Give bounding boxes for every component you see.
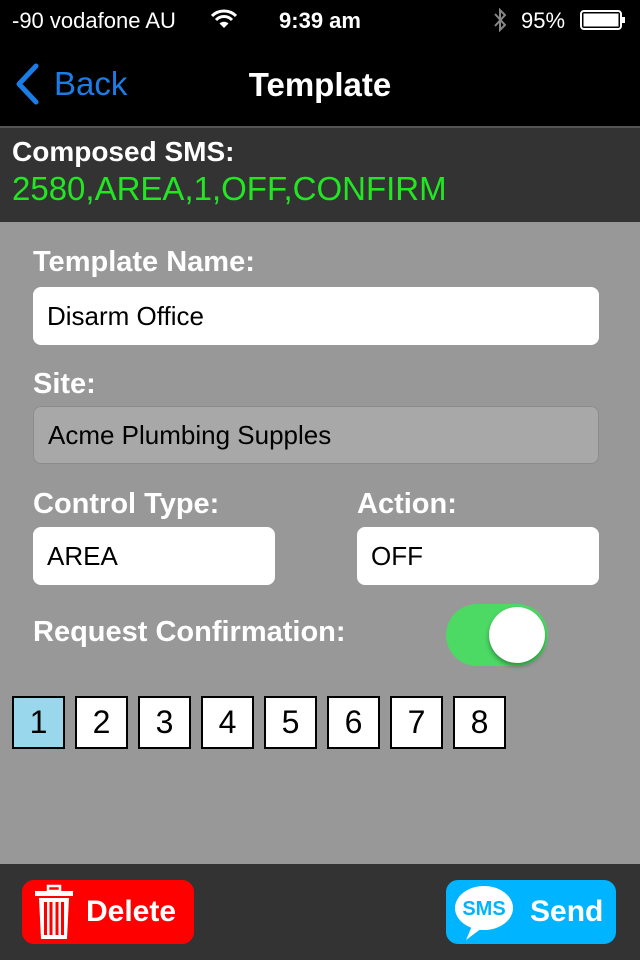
navigation-bar: Back Template <box>0 40 640 128</box>
area-button-1[interactable]: 1 <box>12 696 65 749</box>
battery-percent: 95% <box>521 8 566 33</box>
page-title: Template <box>248 66 392 103</box>
toggle-knob <box>489 607 545 663</box>
template-form: Template Name: Disarm Office Site: Acme … <box>0 222 640 864</box>
send-button[interactable]: SMS Send <box>446 880 616 944</box>
template-name-field[interactable]: Disarm Office <box>33 287 599 345</box>
control-type-label: Control Type: <box>33 488 220 520</box>
control-type-field[interactable]: AREA <box>33 527 275 585</box>
area-button-7[interactable]: 7 <box>390 696 443 749</box>
area-button-4[interactable]: 4 <box>201 696 254 749</box>
delete-button[interactable]: Delete <box>22 880 194 944</box>
composed-sms-value: 2580,AREA,1,OFF,CONFIRM <box>12 170 447 207</box>
area-button-8[interactable]: 8 <box>453 696 506 749</box>
battery-icon <box>580 10 625 30</box>
composed-sms-label: Composed SMS: <box>12 136 235 167</box>
sms-bubble-icon: SMS <box>455 886 513 940</box>
action-label: Action: <box>357 488 457 520</box>
site-field[interactable]: Acme Plumbing Supples <box>33 406 599 464</box>
area-button-6[interactable]: 6 <box>327 696 380 749</box>
delete-label: Delete <box>86 895 177 928</box>
area-button-5[interactable]: 5 <box>264 696 317 749</box>
area-selector: 1 2 3 4 5 6 7 8 <box>12 696 516 749</box>
send-label: Send <box>530 895 604 928</box>
sms-icon-text: SMS <box>462 898 505 920</box>
composed-sms-panel: Composed SMS: 2580,AREA,1,OFF,CONFIRM <box>0 128 640 222</box>
action-field[interactable]: OFF <box>357 527 599 585</box>
bluetooth-icon <box>494 7 507 33</box>
status-bar: -90 vodafone AU 9:39 am 95% <box>0 0 640 40</box>
area-button-3[interactable]: 3 <box>138 696 191 749</box>
request-confirmation-toggle[interactable] <box>446 604 548 666</box>
trash-icon <box>35 884 73 939</box>
area-button-2[interactable]: 2 <box>75 696 128 749</box>
template-name-label: Template Name: <box>33 246 255 278</box>
request-confirmation-label: Request Confirmation: <box>33 616 346 648</box>
site-label: Site: <box>33 368 96 400</box>
bottom-toolbar: Delete SMS Send <box>0 864 640 960</box>
